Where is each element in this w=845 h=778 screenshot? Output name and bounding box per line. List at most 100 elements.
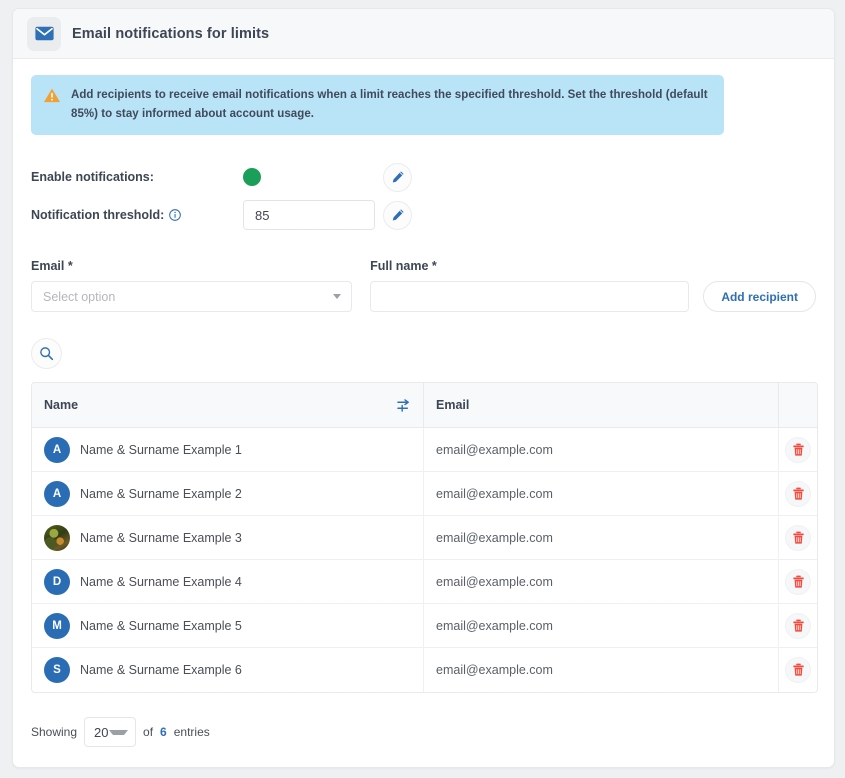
settings-section: Enable notifications: Notification thres… bbox=[31, 161, 816, 231]
envelope-icon bbox=[27, 17, 61, 51]
search-button[interactable] bbox=[31, 338, 62, 369]
delete-recipient-button[interactable] bbox=[785, 437, 811, 463]
of-label: of bbox=[143, 725, 153, 739]
cell-actions bbox=[779, 472, 817, 515]
table-row: AName & Surname Example 2 email@example.c… bbox=[32, 472, 817, 516]
avatar: M bbox=[44, 613, 70, 639]
trash-icon bbox=[792, 619, 805, 633]
recipient-name: Name & Surname Example 1 bbox=[80, 443, 242, 457]
entries-count: 6 bbox=[160, 725, 167, 739]
table-row: D Name & Surname Example 4 email@example.c… bbox=[32, 560, 817, 604]
card-body: Add recipients to receive email notifica… bbox=[13, 59, 834, 747]
info-alert: Add recipients to receive email notifica… bbox=[31, 75, 724, 135]
notification-threshold-label-text: Notification threshold: bbox=[31, 208, 164, 222]
cell-name: AName & Surname Example 2 bbox=[32, 472, 424, 515]
fullname-field-label: Full name * bbox=[370, 259, 689, 273]
recipient-email: email@example.com bbox=[436, 663, 553, 677]
avatar: D bbox=[44, 569, 70, 595]
threshold-input[interactable] bbox=[244, 201, 375, 229]
cell-email: email@example.com bbox=[424, 648, 779, 692]
email-field-group: Email * Select option bbox=[31, 259, 352, 312]
delete-recipient-button[interactable] bbox=[785, 657, 811, 683]
recipient-email: email@example.com bbox=[436, 531, 553, 545]
table-footer: Showing 20 of 6 entries bbox=[31, 717, 816, 747]
recipient-email: email@example.com bbox=[436, 575, 553, 589]
email-select[interactable]: Select option bbox=[31, 281, 352, 312]
email-field-label: Email * bbox=[31, 259, 352, 273]
cell-name: A Name & Surname Example 1 bbox=[32, 428, 424, 471]
avatar: S bbox=[44, 657, 70, 683]
column-header-email-label: Email bbox=[436, 398, 778, 412]
recipient-name: Name & Surname Example 4 bbox=[80, 575, 242, 589]
table-row: Name & Surname Example 3 email@example.co… bbox=[32, 516, 817, 560]
status-badge-enabled bbox=[243, 168, 261, 186]
page-root: Email notifications for limits Add recip… bbox=[0, 0, 845, 778]
delete-recipient-button[interactable] bbox=[785, 525, 811, 551]
alert-text: Add recipients to receive email notifica… bbox=[71, 86, 710, 123]
edit-enable-notifications-button[interactable] bbox=[383, 163, 412, 192]
avatar: A bbox=[44, 437, 70, 463]
threshold-input-wrapper: % bbox=[243, 200, 375, 230]
cell-email: email@example.com bbox=[424, 428, 779, 471]
showing-label: Showing bbox=[31, 725, 77, 739]
trash-icon bbox=[792, 531, 805, 545]
table-row: M Name & Surname Example 5 email@example.c… bbox=[32, 604, 817, 648]
filter-sliders-icon[interactable] bbox=[397, 399, 412, 412]
recipient-name: Name & Surname Example 6 bbox=[80, 663, 242, 677]
notification-threshold-value: % bbox=[243, 200, 383, 230]
delete-recipient-button[interactable] bbox=[785, 481, 811, 507]
delete-recipient-button[interactable] bbox=[785, 569, 811, 595]
page-size-select[interactable]: 20 bbox=[84, 717, 136, 747]
add-recipient-form: Email * Select option Full name * Add re… bbox=[31, 259, 816, 312]
recipient-email: email@example.com bbox=[436, 443, 553, 457]
cell-name: S Name & Surname Example 6 bbox=[32, 648, 424, 692]
cell-email: email@example.com bbox=[424, 560, 779, 603]
cell-actions bbox=[779, 560, 817, 603]
cell-name: D Name & Surname Example 4 bbox=[32, 560, 424, 603]
cell-actions bbox=[779, 516, 817, 559]
recipient-name: Name & Surname Example 3 bbox=[80, 531, 242, 545]
recipients-table: Name Email bbox=[31, 382, 818, 693]
search-icon bbox=[39, 346, 54, 361]
add-recipient-button[interactable]: Add recipient bbox=[703, 281, 816, 312]
notification-threshold-row: Notification threshold: % bbox=[31, 199, 816, 231]
delete-recipient-button[interactable] bbox=[785, 613, 811, 639]
chevron-down-icon bbox=[333, 294, 341, 299]
avatar-photo bbox=[44, 525, 70, 551]
cell-email: email@example.com bbox=[424, 472, 779, 515]
column-header-name: Name bbox=[32, 383, 424, 427]
cell-actions bbox=[779, 428, 817, 471]
edit-threshold-button[interactable] bbox=[383, 201, 412, 230]
pencil-icon bbox=[391, 208, 405, 222]
trash-icon bbox=[792, 663, 805, 677]
enable-notifications-value bbox=[243, 168, 383, 186]
recipient-email: email@example.com bbox=[436, 619, 553, 633]
fullname-field-group: Full name * bbox=[370, 259, 689, 312]
cell-email: email@example.com bbox=[424, 516, 779, 559]
cell-actions bbox=[779, 604, 817, 647]
page-title: Email notifications for limits bbox=[72, 26, 269, 42]
table-row: A Name & Surname Example 1 email@example.c… bbox=[32, 428, 817, 472]
cell-name: M Name & Surname Example 5 bbox=[32, 604, 424, 647]
chevron-down-icon bbox=[109, 730, 129, 735]
search-row bbox=[31, 338, 816, 369]
entries-label: entries bbox=[174, 725, 210, 739]
pencil-icon bbox=[391, 170, 405, 184]
recipient-name: Name & Surname Example 5 bbox=[80, 619, 242, 633]
column-header-actions bbox=[779, 383, 817, 427]
enable-notifications-row: Enable notifications: bbox=[31, 161, 816, 193]
table-header-row: Name Email bbox=[32, 383, 817, 428]
cell-name: Name & Surname Example 3 bbox=[32, 516, 424, 559]
email-notifications-card: Email notifications for limits Add recip… bbox=[12, 8, 835, 768]
fullname-input[interactable] bbox=[370, 281, 689, 312]
column-header-name-label: Name bbox=[44, 398, 397, 412]
warning-triangle-icon bbox=[43, 87, 61, 109]
trash-icon bbox=[792, 443, 805, 457]
table-body: A Name & Surname Example 1 email@example.c… bbox=[32, 428, 817, 692]
info-icon[interactable] bbox=[169, 209, 181, 221]
column-header-email: Email bbox=[424, 383, 779, 427]
cell-actions bbox=[779, 648, 817, 692]
recipient-email: email@example.com bbox=[436, 487, 553, 501]
page-size-value: 20 bbox=[94, 725, 108, 740]
table-row: S Name & Surname Example 6 email@example.c… bbox=[32, 648, 817, 692]
